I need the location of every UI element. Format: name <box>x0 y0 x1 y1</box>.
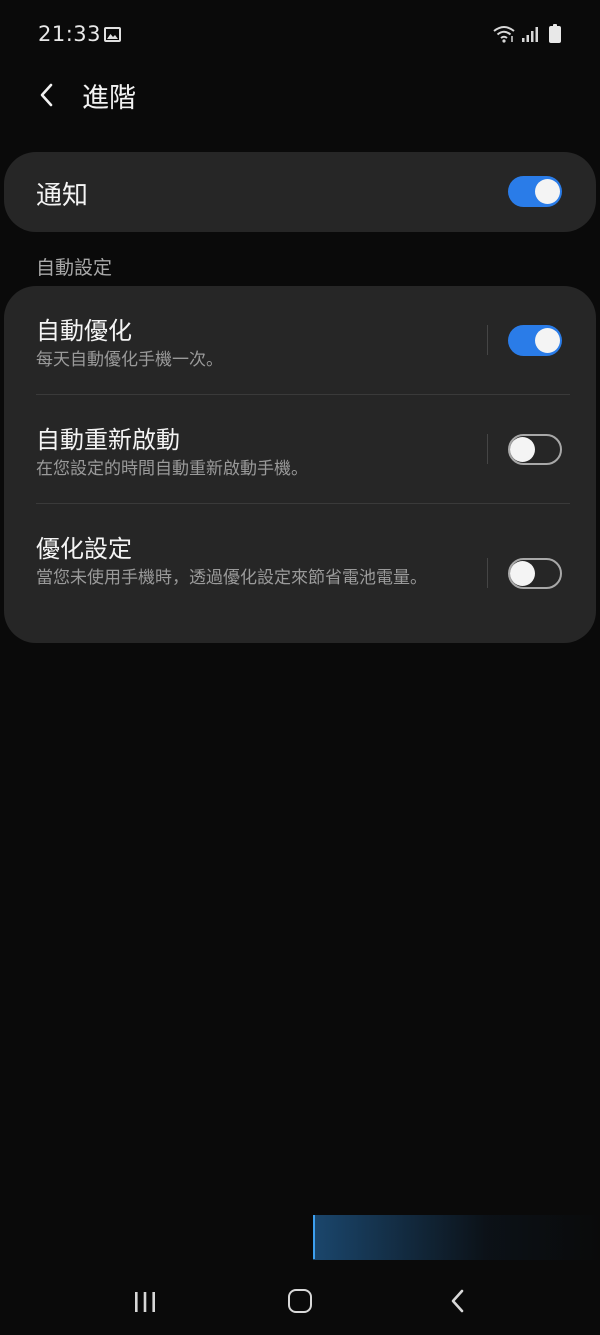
notifications-setting[interactable]: 通知 <box>4 152 596 232</box>
signal-icon <box>522 27 538 42</box>
toggle-knob <box>510 437 535 462</box>
wifi-icon <box>493 26 515 43</box>
notifications-toggle[interactable] <box>508 176 562 207</box>
navigation-bar <box>0 1270 600 1335</box>
auto-settings-card: 自動優化 每天自動優化手機一次。 自動重新啟動 在您設定的時間自動重新啟動手機。… <box>4 286 596 643</box>
auto-restart-description: 在您設定的時間自動重新啟動手機。 <box>36 459 308 479</box>
optimize-settings-toggle[interactable] <box>508 558 562 589</box>
optimize-settings-title: 優化設定 <box>36 535 132 563</box>
edge-glow-line <box>313 1215 315 1259</box>
toggle-knob <box>535 328 560 353</box>
chevron-left-icon <box>40 83 53 107</box>
toggle-knob <box>510 561 535 586</box>
status-bar: 21:33 <box>0 0 600 70</box>
optimize-settings-setting[interactable]: 優化設定 當您未使用手機時，透過優化設定來節省電池電量。 <box>4 504 596 643</box>
auto-optimize-description: 每天自動優化手機一次。 <box>36 350 223 370</box>
auto-optimize-toggle[interactable] <box>508 325 562 356</box>
auto-restart-title: 自動重新啟動 <box>36 426 180 454</box>
page-title: 進階 <box>82 83 136 114</box>
divider <box>487 325 488 355</box>
edge-glow <box>313 1215 600 1260</box>
gallery-icon <box>104 27 121 42</box>
notifications-label: 通知 <box>36 181 89 211</box>
status-time: 21:33 <box>38 22 102 46</box>
auto-optimize-setting[interactable]: 自動優化 每天自動優化手機一次。 <box>4 286 596 394</box>
battery-icon <box>549 24 561 43</box>
divider <box>487 558 488 588</box>
divider <box>487 434 488 464</box>
section-header-auto: 自動設定 <box>36 257 113 279</box>
back-icon[interactable] <box>449 1288 467 1314</box>
optimize-settings-description: 當您未使用手機時，透過優化設定來節省電池電量。 <box>36 568 427 588</box>
toggle-knob <box>535 179 560 204</box>
home-icon[interactable] <box>288 1289 312 1313</box>
auto-restart-setting[interactable]: 自動重新啟動 在您設定的時間自動重新啟動手機。 <box>4 395 596 503</box>
back-button[interactable] <box>32 78 62 112</box>
recent-apps-icon[interactable] <box>133 1290 157 1314</box>
app-header: 進階 <box>0 70 600 125</box>
auto-restart-toggle[interactable] <box>508 434 562 465</box>
auto-optimize-title: 自動優化 <box>36 317 132 345</box>
